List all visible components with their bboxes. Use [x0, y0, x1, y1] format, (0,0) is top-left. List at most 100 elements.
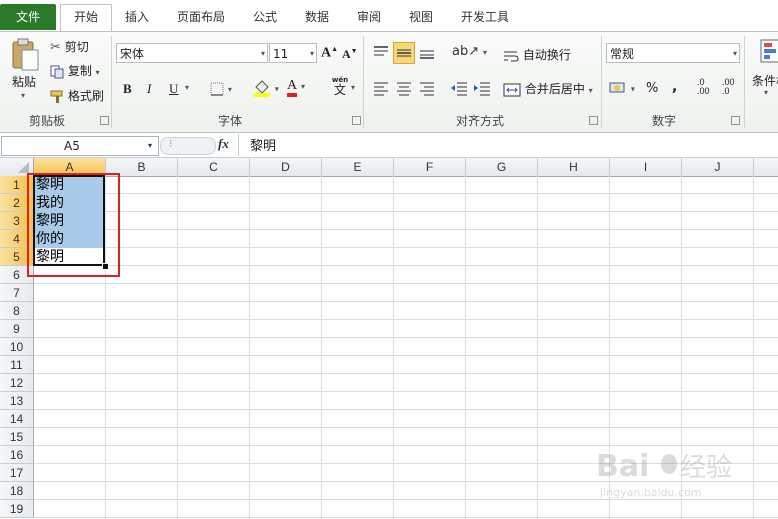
increase-decimal-button[interactable]: .0 .00	[697, 78, 710, 96]
row-header-15[interactable]: 15	[0, 428, 34, 446]
row-header-10[interactable]: 10	[0, 338, 34, 356]
conditional-formatting-button[interactable]: 条件格 ▾	[750, 38, 778, 106]
increase-indent-button[interactable]	[473, 80, 491, 99]
merge-cells-icon	[503, 83, 521, 96]
align-top-button[interactable]	[372, 44, 390, 63]
row-header-19[interactable]: 19	[0, 500, 34, 518]
decrease-indent-button[interactable]	[450, 80, 468, 99]
row-header-13[interactable]: 13	[0, 392, 34, 410]
accounting-format-button[interactable]: ▾	[609, 80, 635, 96]
paste-button[interactable]: 粘贴 ▾	[6, 36, 44, 102]
row-header-12[interactable]: 12	[0, 374, 34, 392]
format-painter-button[interactable]: 格式刷	[50, 87, 104, 104]
formula-input[interactable]: 黎明	[250, 135, 276, 154]
brush-icon	[50, 90, 63, 103]
column-header-h[interactable]: H	[538, 158, 610, 177]
insert-function-button[interactable]: fx	[218, 136, 229, 152]
fill-color-button[interactable]: ▾	[253, 79, 279, 97]
tab-file[interactable]: 文件	[0, 4, 56, 30]
row-header-17[interactable]: 17	[0, 464, 34, 482]
cut-button[interactable]: ✂ 剪切	[50, 38, 89, 55]
font-color-icon: A	[287, 79, 298, 97]
tab-insert[interactable]: 插入	[116, 6, 158, 30]
wrap-text-button[interactable]: 自动换行	[503, 46, 571, 63]
phonetic-guide-button[interactable]: wén 文	[329, 76, 351, 97]
align-left-button[interactable]	[372, 80, 390, 99]
chevron-down-icon: ▾	[732, 49, 737, 58]
font-name-value: 宋体	[120, 47, 145, 61]
row-header-11[interactable]: 11	[0, 356, 34, 374]
font-launcher-icon[interactable]	[352, 116, 361, 125]
percent-button[interactable]: %	[646, 81, 658, 96]
tab-data[interactable]: 数据	[296, 6, 338, 30]
column-header-e[interactable]: E	[322, 158, 394, 177]
number-group-label: 数字	[651, 114, 676, 128]
column-header-f[interactable]: F	[394, 158, 466, 177]
align-center-button[interactable]	[395, 80, 413, 99]
font-size-combo[interactable]: 11 ▾	[269, 43, 317, 63]
font-color-button[interactable]: A ▾	[287, 78, 305, 97]
row-header-7[interactable]: 7	[0, 284, 34, 302]
name-box[interactable]: A5 ▾	[1, 136, 159, 156]
font-name-combo[interactable]: 宋体 ▾	[116, 43, 268, 63]
align-middle-icon	[397, 49, 411, 57]
chevron-down-icon: ▾	[588, 86, 593, 95]
shrink-font-button[interactable]: A▼	[342, 47, 358, 62]
tab-developer[interactable]: 开发工具	[452, 6, 518, 30]
tab-review[interactable]: 审阅	[348, 6, 390, 30]
decrease-indent-icon	[451, 82, 467, 96]
decrease-decimal-button[interactable]: .00 .0	[722, 78, 735, 96]
column-header-j[interactable]: J	[682, 158, 754, 177]
column-header-c[interactable]: C	[178, 158, 250, 177]
comma-style-button[interactable]: ,	[672, 79, 677, 95]
copy-button[interactable]: 复制 ▾	[50, 62, 100, 79]
borders-button[interactable]: ▾	[210, 81, 232, 96]
increase-decimal-bottom: .00	[697, 86, 710, 96]
font-group-label: 字体	[217, 114, 242, 128]
italic-button[interactable]: I	[147, 81, 151, 97]
row-header-9[interactable]: 9	[0, 320, 34, 338]
svg-text:经验: 经验	[680, 453, 732, 483]
grow-font-button[interactable]: A▲	[321, 45, 338, 62]
wrap-text-icon	[504, 51, 519, 61]
underline-button[interactable]: U	[169, 81, 178, 97]
align-bottom-button[interactable]	[418, 44, 436, 63]
row-header-18[interactable]: 18	[0, 482, 34, 500]
number-launcher-icon[interactable]	[731, 116, 740, 125]
row-header-14[interactable]: 14	[0, 410, 34, 428]
phonetic-char: 文	[333, 83, 346, 97]
grip-icon: ⁝	[169, 137, 173, 150]
alignment-launcher-icon[interactable]	[589, 116, 598, 125]
chevron-down-icon: ▾	[482, 48, 487, 57]
merge-center-button[interactable]: 合并后居中 ▾	[503, 80, 593, 97]
orientation-button[interactable]: ab↗ ▾	[452, 44, 487, 59]
number-format-combo[interactable]: 常规 ▾	[606, 43, 740, 63]
font-size-value: 11	[273, 47, 289, 61]
tab-formulas[interactable]: 公式	[244, 6, 286, 30]
cut-label: 剪切	[64, 40, 89, 54]
row-header-8[interactable]: 8	[0, 302, 34, 320]
chevron-down-icon: ▾	[148, 141, 153, 150]
clipboard-launcher-icon[interactable]	[100, 116, 109, 125]
tab-home[interactable]: 开始	[60, 4, 112, 32]
column-header-i[interactable]: I	[610, 158, 682, 177]
currency-icon	[609, 82, 625, 93]
wrap-text-label: 自动换行	[522, 48, 571, 62]
align-middle-button[interactable]	[393, 42, 415, 64]
conditional-formatting-label: 条件格	[752, 74, 778, 88]
tab-view[interactable]: 视图	[400, 6, 442, 30]
clipboard-group-label: 剪贴板	[28, 114, 65, 128]
column-header-k[interactable]	[754, 158, 778, 177]
tab-page-layout[interactable]: 页面布局	[168, 6, 234, 30]
ribbon-tab-bar: 文件 开始 插入 页面布局 公式 数据 审阅 视图 开发工具	[0, 0, 778, 32]
align-right-button[interactable]	[418, 80, 436, 99]
formula-bar-resize-handle[interactable]: ⁝	[160, 137, 216, 155]
column-header-g[interactable]: G	[466, 158, 538, 177]
orientation-icon: ab↗	[452, 44, 480, 59]
row-header-16[interactable]: 16	[0, 446, 34, 464]
group-divider	[744, 36, 745, 128]
column-header-d[interactable]: D	[250, 158, 322, 177]
chevron-down-icon: ▾	[351, 83, 356, 92]
decrease-decimal-bottom: .0	[722, 86, 730, 96]
bold-button[interactable]: B	[123, 81, 132, 97]
